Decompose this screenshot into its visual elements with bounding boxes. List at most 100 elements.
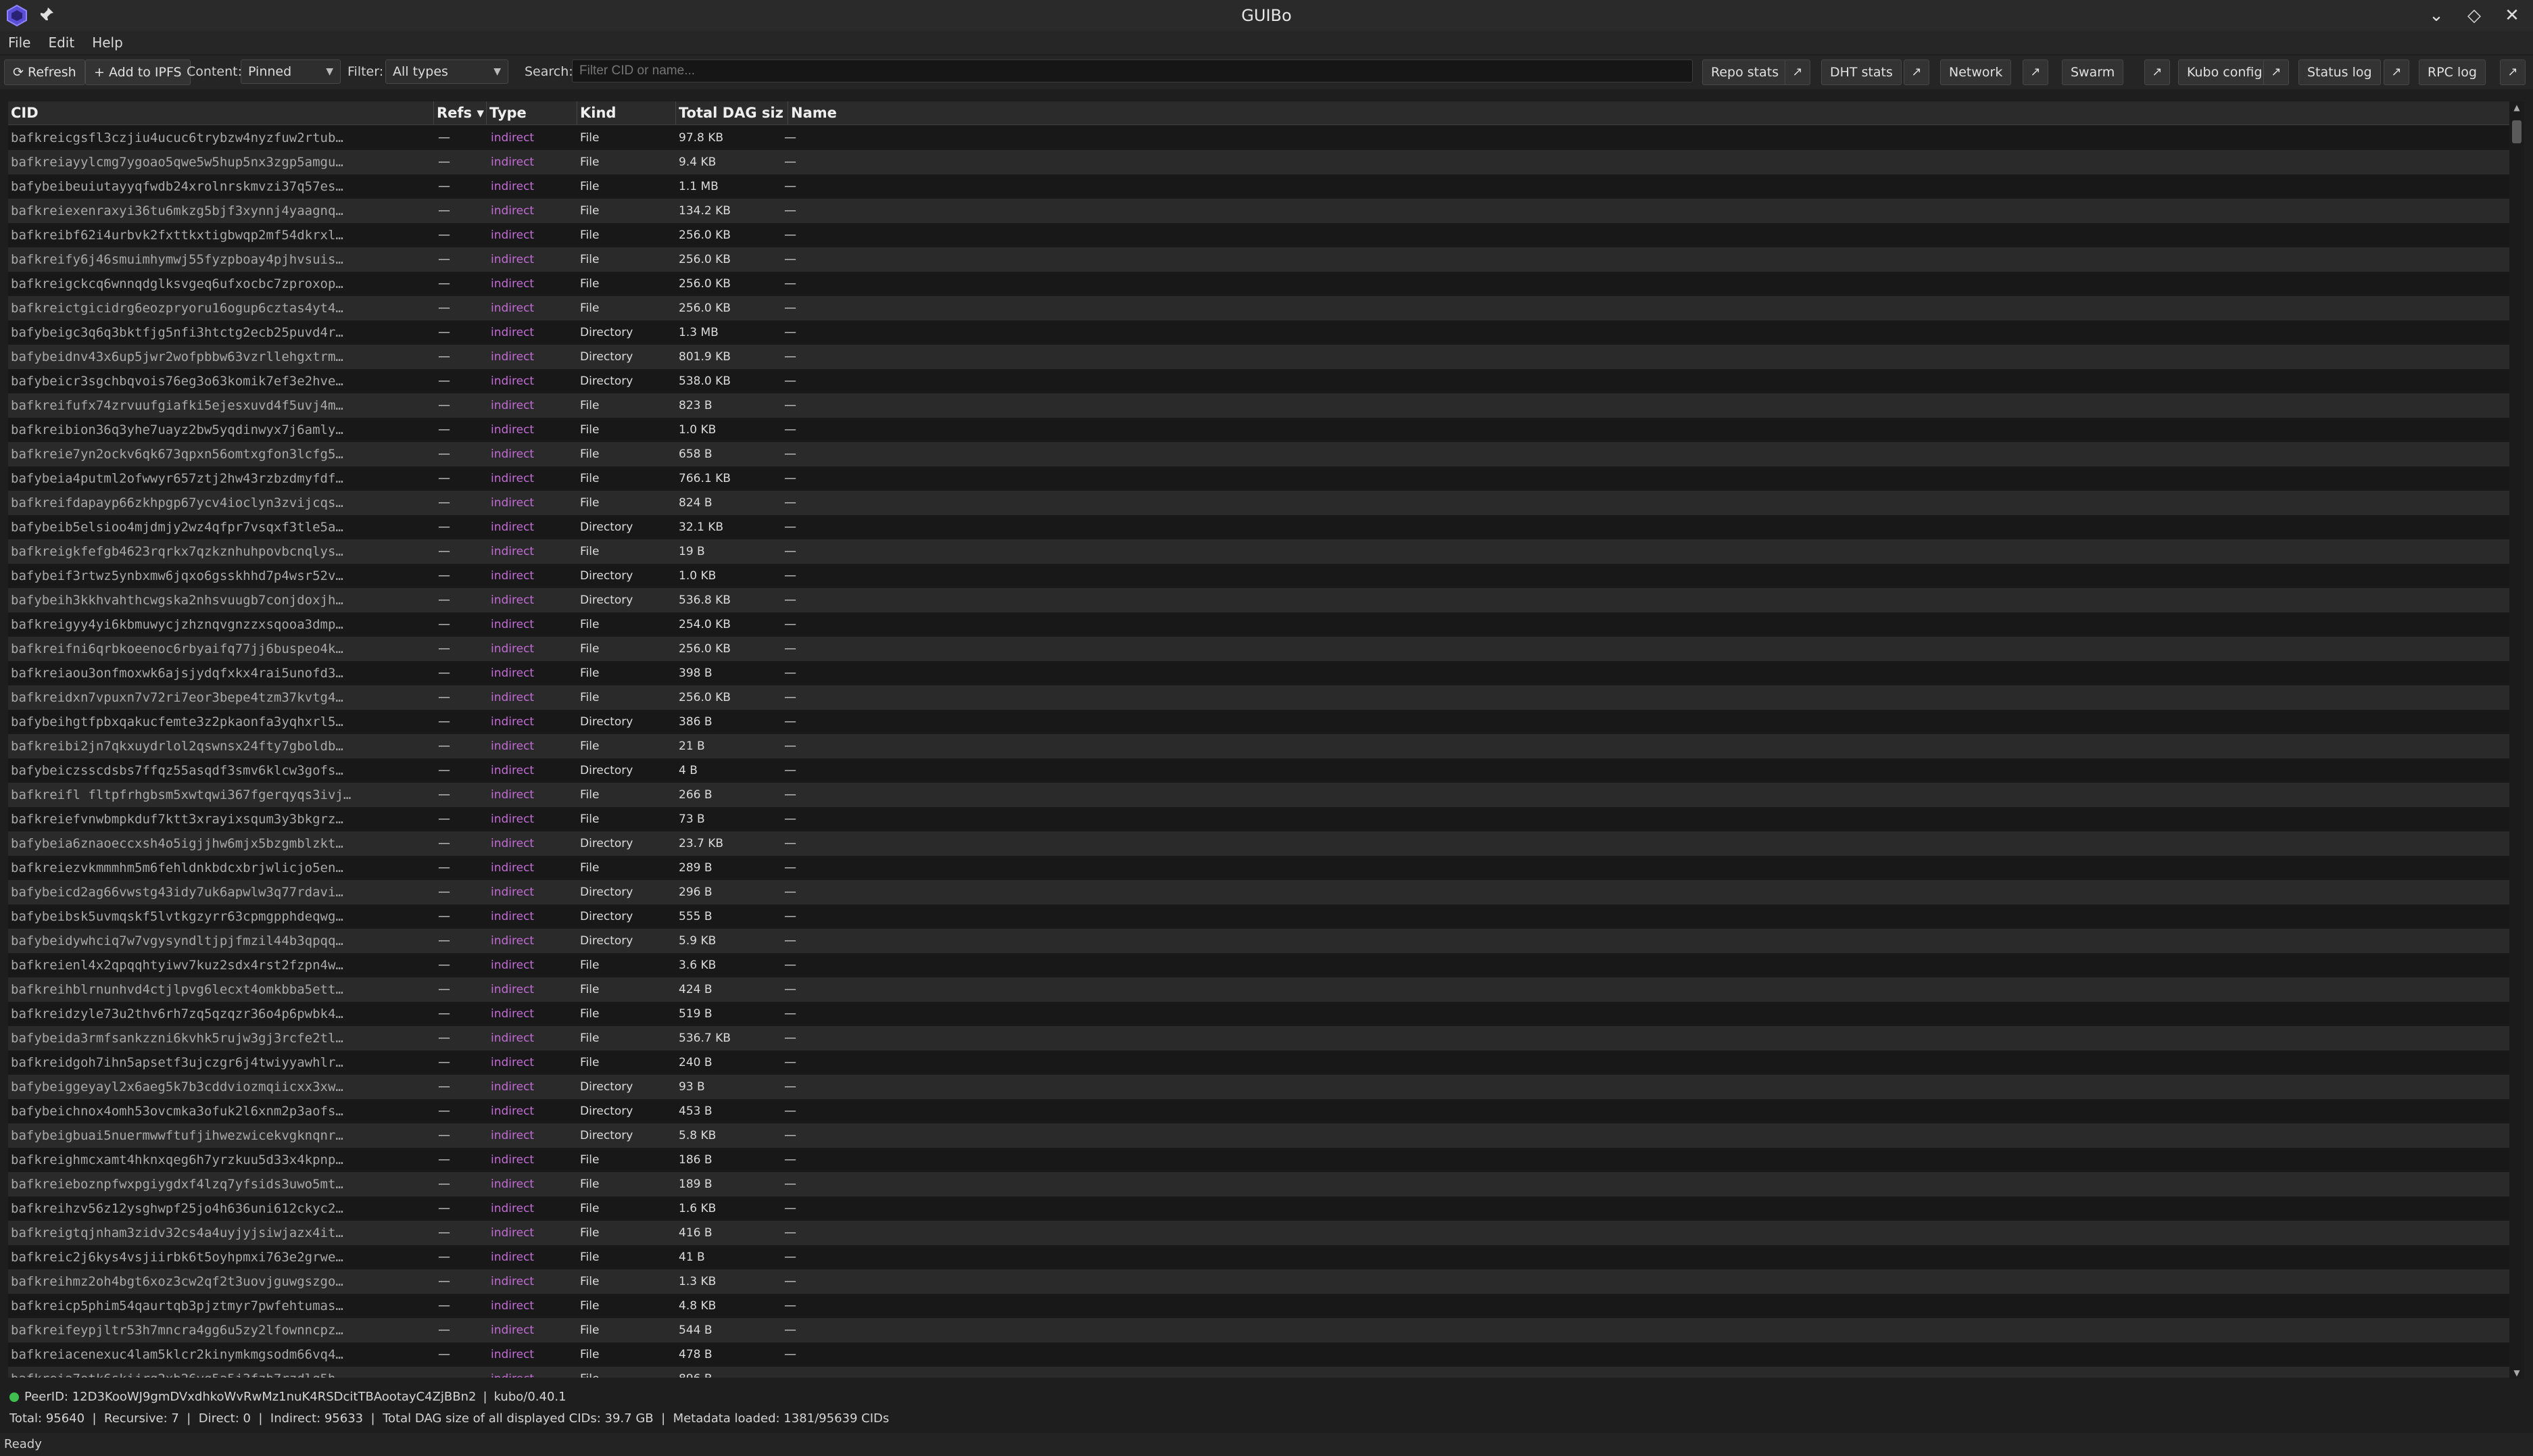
- table-row[interactable]: bafkreienl4x2qpqqhtyiwv7kuz2sdx4rst2fzpn…: [8, 953, 2509, 977]
- table-row[interactable]: bafkreiefvnwbmpkduf7ktt3xrayixsqum3y3bkg…: [8, 807, 2509, 831]
- dht-stats-button[interactable]: DHT stats: [1821, 59, 1902, 85]
- table-row[interactable]: bafkreifni6qrbkoeenoc6rbyaifq77jj6buspeo…: [8, 637, 2509, 661]
- refs-cell: —: [438, 349, 450, 364]
- column-header-kind[interactable]: Kind: [577, 101, 676, 124]
- table-row[interactable]: bafkreifl fltpfrhgbsm5xwtqwi367fgerqyqs3…: [8, 783, 2509, 807]
- table-row[interactable]: bafkreictgicidrg6eozpryoru16ogup6cztas4y…: [8, 296, 2509, 320]
- size-cell: 1.0 KB: [679, 423, 717, 437]
- table-row[interactable]: bafkreifeypjltr53h7mncra4gg6u5zy2lfownnc…: [8, 1318, 2509, 1342]
- table-row[interactable]: bafybeibsk5uvmqskf5lvtkgzyrr63cpmgpphdeq…: [8, 904, 2509, 929]
- column-header-size[interactable]: Total DAG siz: [676, 101, 788, 124]
- status-log-button[interactable]: Status log: [2298, 59, 2381, 85]
- table-row[interactable]: bafkreihzv56z12ysghwpf25jo4h636uni612cky…: [8, 1196, 2509, 1221]
- table-row[interactable]: bafkreidgoh7ihn5apsetf3ujczgr6j4twiyyawh…: [8, 1050, 2509, 1075]
- table-row[interactable]: bafkreiexenraxyi36tu6mkzg5bjf3xynnj4yaag…: [8, 199, 2509, 223]
- network-popout-button[interactable]: ↗: [2023, 59, 2048, 85]
- rpc-log-popout-button[interactable]: ↗: [2500, 59, 2526, 85]
- network-button[interactable]: Network: [1940, 59, 2012, 85]
- table-row[interactable]: bafybeihgtfpbxqakucfemte3z2pkaonfa3yqhxr…: [8, 710, 2509, 734]
- table-row[interactable]: bafybeib5elsioo4mjdmjy2wz4qfpr7vsqxf3tle…: [8, 515, 2509, 539]
- table-row[interactable]: bafkreibi2jn7qkxuydrlol2qswnsx24fty7gbol…: [8, 734, 2509, 758]
- table-row[interactable]: bafybeiggeyayl2x6aeg5k7b3cddviozmqiicxx3…: [8, 1075, 2509, 1099]
- table-row[interactable]: bafkreigtqjnham3zidv32cs4a4uyjyjsiwjazx4…: [8, 1221, 2509, 1245]
- table-row[interactable]: bafybeida3rmfsankzzni6kvhk5rujw3gj3rcfe2…: [8, 1026, 2509, 1050]
- search-input[interactable]: [572, 59, 1693, 82]
- minimize-icon[interactable]: ⌄: [2425, 4, 2448, 27]
- scrollbar-thumb[interactable]: [2512, 120, 2522, 143]
- close-icon[interactable]: ✕: [2501, 4, 2524, 27]
- table-row[interactable]: bafybeidnv43x6up5jwr2wofpbbw63vzrllehgxt…: [8, 345, 2509, 369]
- table-row[interactable]: bafybeichnox4omh53ovcmka3ofuk2l6xnm2p3ao…: [8, 1099, 2509, 1123]
- table-row[interactable]: bafkreigckcq6wnnqdglksvgeq6ufxocbc7zprox…: [8, 272, 2509, 296]
- table-row[interactable]: bafkreigyy4yi6kbmuwycjzhznqvgnzzxsqooa3d…: [8, 612, 2509, 637]
- filter-select[interactable]: All types ▼: [385, 59, 508, 84]
- dht-stats-popout-button[interactable]: ↗: [1904, 59, 1929, 85]
- pin-table[interactable]: bafkreicgsfl3czjiu4ucuc6trybzw4nyzfuw2rt…: [8, 126, 2509, 1378]
- kubo-config-button[interactable]: Kubo config: [2178, 59, 2271, 85]
- table-row[interactable]: bafkreicp5phim54qaurtqb3pjztmyr7pwfehtum…: [8, 1294, 2509, 1318]
- table-row[interactable]: bafkreibf62i4urbvk2fxttkxtigbwqp2mf54dkr…: [8, 223, 2509, 247]
- table-row[interactable]: bafkreibion36q3yhe7uayz2bw5yqdinwyx7j6am…: [8, 418, 2509, 442]
- refs-cell: —: [438, 568, 450, 583]
- content-select[interactable]: Pinned ▼: [241, 59, 341, 84]
- cid-cell: bafybeif3rtwz5ynbxmw6jqxo6gsskhhd7p4wsr5…: [11, 568, 343, 583]
- table-row[interactable]: bafkreia7otk6skijrq2xb26yg5a5j3fzb7rzdlq…: [8, 1367, 2509, 1378]
- kubo-config-popout-button[interactable]: ↗: [2263, 59, 2289, 85]
- column-header-name[interactable]: Name: [788, 101, 2509, 124]
- repo-stats-popout-button[interactable]: ↗: [1785, 59, 1810, 85]
- table-row[interactable]: bafybeia6znaoeccxsh4o5igjjhw6mjx5bzgmblz…: [8, 831, 2509, 856]
- size-cell: 538.0 KB: [679, 374, 731, 388]
- rpc-log-button[interactable]: RPC log: [2419, 59, 2486, 85]
- swarm-button[interactable]: Swarm: [2062, 59, 2124, 85]
- column-header-refs[interactable]: Refs ▾: [434, 101, 487, 124]
- table-row[interactable]: bafkreic2j6kys4vsjiirbk6t5oyhpmxi763e2gr…: [8, 1245, 2509, 1269]
- table-row[interactable]: bafkreihmz2oh4bgt6xoz3cw2qf2t3uovjguwgsz…: [8, 1269, 2509, 1294]
- table-row[interactable]: bafkreifufx74zrvuufgiafki5ejesxuvd4f5uvj…: [8, 393, 2509, 418]
- menu-file[interactable]: File: [8, 34, 30, 51]
- table-row[interactable]: bafkreidzyle73u2thv6rh7zq5qzqzr36o4p6pwb…: [8, 1002, 2509, 1026]
- table-row[interactable]: bafkreie7yn2ockv6qk673qpxn56omtxgfon3lcf…: [8, 442, 2509, 466]
- name-cell: —: [784, 593, 796, 607]
- table-row[interactable]: bafkreidxn7vpuxn7v72ri7eor3bepe4tzm37kvt…: [8, 685, 2509, 710]
- table-row[interactable]: bafkreiayylcmg7ygoao5qwe5w5hup5nx3zgp5am…: [8, 150, 2509, 174]
- table-row[interactable]: bafybeigc3q6q3bktfjg5nfi3htctg2ecb25puvd…: [8, 320, 2509, 345]
- swarm-popout-button[interactable]: ↗: [2144, 59, 2170, 85]
- add-to-ipfs-button[interactable]: + Add to IPFS: [85, 59, 191, 85]
- vertical-scrollbar[interactable]: ▲ ▼: [2509, 101, 2524, 1379]
- table-row[interactable]: bafybeiczsscdsbs7ffqz55asqdf3smv6klcw3go…: [8, 758, 2509, 783]
- column-header-cid[interactable]: CID: [8, 101, 434, 124]
- table-row[interactable]: bafybeia4putml2ofwwyr657ztj2hw43rzbzdmyf…: [8, 466, 2509, 491]
- table-row[interactable]: bafkreiezvkmmmhm5m6fehldnkbdcxbrjwlicjo5…: [8, 856, 2509, 880]
- table-row[interactable]: bafybeih3kkhvahthcwgska2nhsvuugb7conjdox…: [8, 588, 2509, 612]
- scroll-up-icon[interactable]: ▲: [2509, 101, 2524, 114]
- table-row[interactable]: bafybeibeuiutayyqfwdb24xrolnrskmvzi37q57…: [8, 174, 2509, 199]
- refresh-button[interactable]: ⟳ Refresh: [4, 59, 85, 85]
- table-row[interactable]: bafybeigbuai5nuermwwftufjihwezwicekvgknq…: [8, 1123, 2509, 1148]
- table-row[interactable]: bafybeicr3sgchbqvois76eg3o63komik7ef3e2h…: [8, 369, 2509, 393]
- table-row[interactable]: bafkreiaou3onfmoxwk6ajsjydqfxkx4rai5unof…: [8, 661, 2509, 685]
- column-header-type[interactable]: Type: [487, 101, 577, 124]
- cid-cell: bafkreienl4x2qpqqhtyiwv7kuz2sdx4rst2fzpn…: [11, 958, 343, 973]
- menu-edit[interactable]: Edit: [48, 34, 74, 51]
- table-row[interactable]: bafkreify6j46smuimhymwj55fyzpboay4pjhvsu…: [8, 247, 2509, 272]
- table-row[interactable]: bafkreieboznpfwxpgiygdxf4lzq7yfsids3uwo5…: [8, 1172, 2509, 1196]
- table-row[interactable]: bafkreigkfefgb4623rqrkx7qzkznhuhpovbcnql…: [8, 539, 2509, 564]
- kind-cell: File: [580, 1348, 600, 1361]
- size-cell: 386 B: [679, 715, 713, 729]
- table-row[interactable]: bafkreihblrnunhvd4ctjlpvg6lecxt4omkbba5e…: [8, 977, 2509, 1002]
- status-log-popout-button[interactable]: ↗: [2384, 59, 2409, 85]
- table-row[interactable]: bafybeif3rtwz5ynbxmw6jqxo6gsskhhd7p4wsr5…: [8, 564, 2509, 588]
- scroll-down-icon[interactable]: ▼: [2509, 1367, 2524, 1379]
- repo-stats-button[interactable]: Repo stats: [1702, 59, 1788, 85]
- maximize-icon[interactable]: ◇: [2463, 4, 2486, 27]
- table-row[interactable]: bafkreifdapayp66zkhpgp67ycv4ioclyn3zvijc…: [8, 491, 2509, 515]
- name-cell: —: [784, 568, 796, 583]
- table-row[interactable]: bafkreighmcxamt4hknxqeg6h7yrzkuu5d33x4kp…: [8, 1148, 2509, 1172]
- cid-cell: bafkreie7yn2ockv6qk673qpxn56omtxgfon3lcf…: [11, 447, 343, 462]
- type-cell: indirect: [491, 1367, 534, 1378]
- menu-help[interactable]: Help: [92, 34, 123, 51]
- table-row[interactable]: bafybeicd2ag66vwstg43idy7uk6apwlw3q77rda…: [8, 880, 2509, 904]
- table-row[interactable]: bafkreiacenexuc4lam5klcr2kinymkmgsodm66v…: [8, 1342, 2509, 1367]
- table-row[interactable]: bafkreicgsfl3czjiu4ucuc6trybzw4nyzfuw2rt…: [8, 126, 2509, 150]
- table-row[interactable]: bafybeidywhciq7w7vgysyndltjpjfmzil44b3qp…: [8, 929, 2509, 953]
